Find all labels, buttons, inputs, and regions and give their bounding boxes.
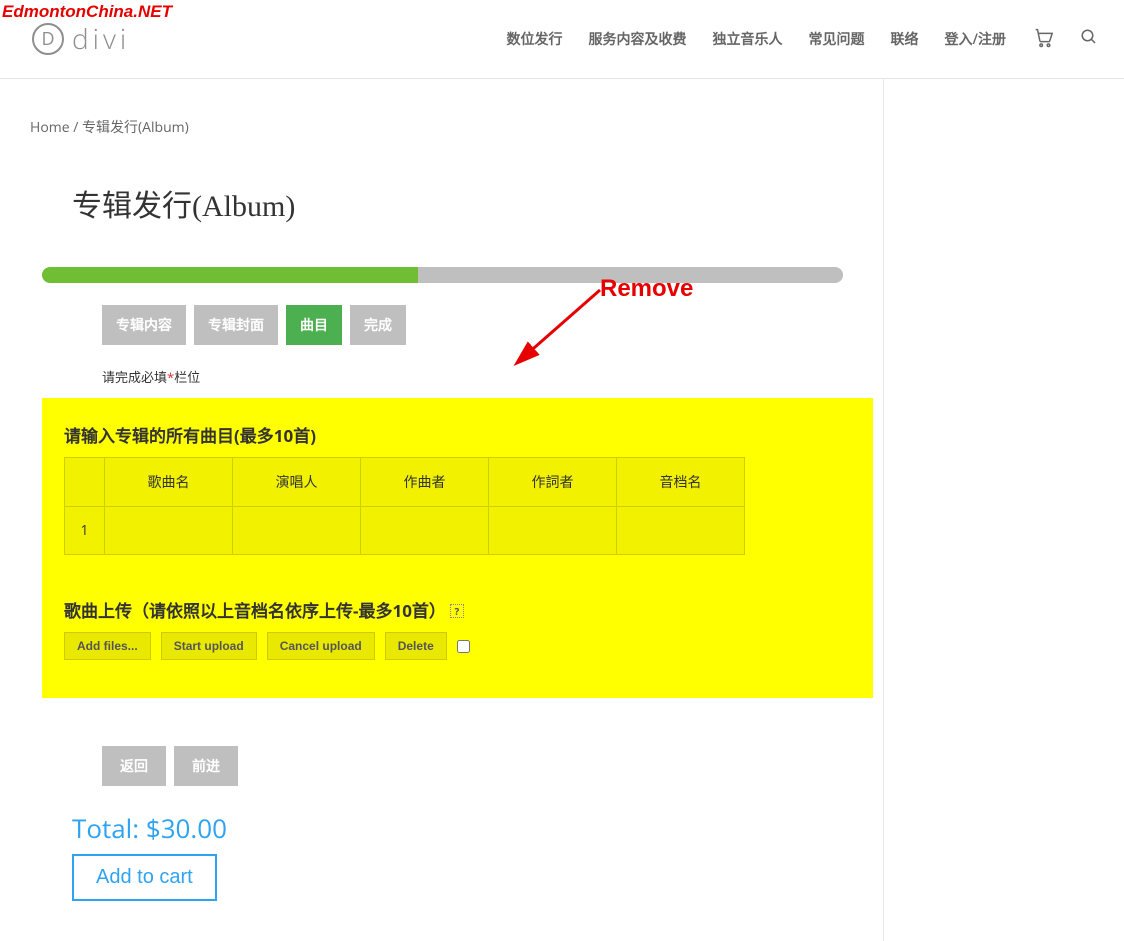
tab-album-content[interactable]: 专辑内容 [102,305,186,345]
row-index: 1 [65,507,105,555]
progress-bar-fill [42,267,418,283]
progress-bar-track [42,267,843,283]
col-singer: 演唱人 [233,458,361,507]
col-song-name: 歌曲名 [105,458,233,507]
help-icon[interactable]: ? [450,604,464,618]
select-all-checkbox[interactable] [457,640,470,653]
cell-singer[interactable] [233,507,361,555]
nav-link-digital[interactable]: 数位发行 [507,29,563,49]
cell-filename[interactable] [617,507,745,555]
nav-link-login[interactable]: 登入/注册 [945,29,1006,49]
col-filename: 音档名 [617,458,745,507]
step-tabs: 专辑内容 专辑封面 曲目 完成 [72,305,843,345]
right-sidebar [883,79,1124,941]
cart-icon[interactable] [1032,26,1054,53]
nav-link-faq[interactable]: 常见问题 [809,29,865,49]
main-nav: 数位发行 服务内容及收费 独立音乐人 常见问题 联络 登入/注册 [507,26,1098,53]
wizard-nav: 返回 前进 [102,746,843,786]
start-upload-button[interactable]: Start upload [161,632,257,660]
cancel-upload-button[interactable]: Cancel upload [267,632,375,660]
upload-button-row: Add files... Start upload Cancel upload … [64,632,851,660]
col-lyricist: 作詞者 [489,458,617,507]
cell-song-name[interactable] [105,507,233,555]
col-composer: 作曲者 [361,458,489,507]
nav-link-contact[interactable]: 联络 [891,29,919,49]
tracks-heading: 请输入专辑的所有曲目(最多10首) [64,422,851,447]
breadcrumb: Home / 专辑发行(Album) [30,117,853,137]
nav-link-services[interactable]: 服务内容及收费 [589,29,687,49]
breadcrumb-home[interactable]: Home [30,118,70,137]
annotation-text: Remove [600,275,693,303]
tracks-table: 歌曲名 演唱人 作曲者 作詞者 音档名 1 [64,457,745,555]
logo[interactable]: D divi [26,20,130,58]
main-content: Home / 专辑发行(Album) 专辑发行(Album) 专辑内容 专辑封面… [0,79,883,941]
upload-heading: 歌曲上传（请依照以上音档名依序上传-最多10首）? [64,597,851,622]
page-title: 专辑发行(Album) [72,181,843,225]
add-files-button[interactable]: Add files... [64,632,151,660]
total-price: Total: $30.00 [72,810,843,846]
add-to-cart-button[interactable]: Add to cart [72,854,217,901]
nav-link-independent[interactable]: 独立音乐人 [713,29,783,49]
back-button[interactable]: 返回 [102,746,166,786]
breadcrumb-sep: / [70,118,82,137]
breadcrumb-current: 专辑发行(Album) [82,118,189,137]
cell-composer[interactable] [361,507,489,555]
col-row-index [65,458,105,507]
tab-tracks[interactable]: 曲目 [286,305,342,345]
logo-icon: D [32,23,64,55]
tab-album-cover[interactable]: 专辑封面 [194,305,278,345]
next-button[interactable]: 前进 [174,746,238,786]
watermark: EdmontonChina.NET [2,2,172,22]
tracks-panel: 请输入专辑的所有曲目(最多10首) 歌曲名 演唱人 作曲者 作詞者 音档名 [42,398,873,698]
tab-complete[interactable]: 完成 [350,305,406,345]
table-row: 1 [65,507,745,555]
delete-button[interactable]: Delete [385,632,447,660]
search-icon[interactable] [1080,28,1098,51]
logo-text: divi [72,20,130,58]
required-hint: 请完成必填*栏位 [72,367,843,386]
cell-lyricist[interactable] [489,507,617,555]
